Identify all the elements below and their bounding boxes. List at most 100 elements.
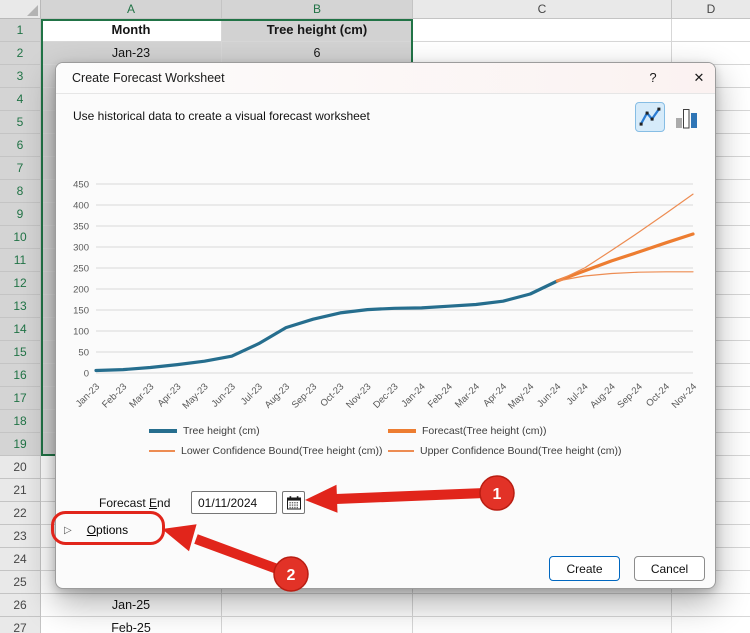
cell-B26[interactable] <box>222 594 413 617</box>
x-tick-label: Oct-23 <box>318 381 346 409</box>
row-header-25[interactable]: 25 <box>0 571 41 594</box>
legend-swatch <box>149 429 177 433</box>
row-header-13[interactable]: 13 <box>0 295 41 318</box>
close-icon[interactable]: ✕ <box>686 66 712 90</box>
options-label-rest: ptions <box>96 523 129 537</box>
column-header-a[interactable]: A <box>41 0 222 19</box>
cell-C26[interactable] <box>413 594 672 617</box>
series-history <box>94 279 559 373</box>
help-icon[interactable]: ? <box>640 66 666 90</box>
forecast-preview-chart: 050100150200250300350400450Jan-23Feb-23M… <box>73 180 699 412</box>
row-header-20[interactable]: 20 <box>0 456 41 479</box>
expander-chevron-icon: ▷ <box>64 524 72 536</box>
bar-chart-type-button[interactable] <box>671 102 701 132</box>
create-button[interactable]: Create <box>549 556 620 581</box>
column-header-b[interactable]: B <box>222 0 413 19</box>
row-header-12[interactable]: 12 <box>0 272 41 295</box>
x-tick-label: Jul-23 <box>239 381 265 407</box>
cell-A26[interactable]: Jan-25 <box>41 594 222 617</box>
x-tick-label: Dec-23 <box>371 381 400 410</box>
date-picker-button[interactable] <box>282 491 305 514</box>
x-tick-label: Apr-23 <box>156 381 184 409</box>
instruction-text: Use historical data to create a visual f… <box>73 109 370 123</box>
legend-item: Lower Confidence Bound(Tree height (cm)) <box>149 445 388 457</box>
cell-B1[interactable]: Tree height (cm) <box>222 19 413 42</box>
row-header-5[interactable]: 5 <box>0 111 41 134</box>
legend-swatch <box>149 450 175 452</box>
row-header-14[interactable]: 14 <box>0 318 41 341</box>
legend-label: Lower Confidence Bound(Tree height (cm)) <box>181 445 383 457</box>
options-label: Options <box>87 523 128 537</box>
forecast-end-label-rest: nd <box>157 496 171 510</box>
y-tick-label: 450 <box>73 180 89 191</box>
calendar-icon <box>286 495 301 509</box>
y-tick-label: 400 <box>73 201 89 212</box>
row-header-22[interactable]: 22 <box>0 502 41 525</box>
x-tick-label: Jan-23 <box>74 381 102 409</box>
line-chart-icon <box>639 107 661 126</box>
y-tick-label: 150 <box>73 306 89 317</box>
y-tick-label: 300 <box>73 243 89 254</box>
row-header-19[interactable]: 19 <box>0 433 41 456</box>
row-header-15[interactable]: 15 <box>0 341 41 364</box>
row-header-23[interactable]: 23 <box>0 525 41 548</box>
cell-B27[interactable] <box>222 617 413 633</box>
cell-D26[interactable] <box>672 594 750 617</box>
cell-C27[interactable] <box>413 617 672 633</box>
forecast-end-label: Forecast End <box>99 491 170 515</box>
row-header-27[interactable]: 27 <box>0 617 41 633</box>
column-header-c[interactable]: C <box>413 0 672 19</box>
dialog-titlebar: Create Forecast Worksheet ? ✕ <box>56 63 715 94</box>
y-tick-label: 350 <box>73 222 89 233</box>
row-header-3[interactable]: 3 <box>0 65 41 88</box>
line-chart-type-button[interactable] <box>635 102 665 132</box>
row-header-7[interactable]: 7 <box>0 157 41 180</box>
cancel-button[interactable]: Cancel <box>634 556 705 581</box>
select-all-triangle-icon <box>27 5 38 16</box>
row-header-2[interactable]: 2 <box>0 42 41 65</box>
x-tick-label: Jan-24 <box>399 381 427 409</box>
row-header-10[interactable]: 10 <box>0 226 41 249</box>
x-tick-label: Jun-23 <box>209 381 237 409</box>
x-tick-label: Aug-24 <box>588 381 617 410</box>
legend-item: Upper Confidence Bound(Tree height (cm)) <box>388 445 622 457</box>
forecast-end-input[interactable] <box>191 491 277 514</box>
x-tick-label: Feb-23 <box>100 381 129 410</box>
x-tick-label: Sep-24 <box>615 381 644 410</box>
row-header-16[interactable]: 16 <box>0 364 41 387</box>
y-tick-label: 50 <box>78 348 89 359</box>
row-header-6[interactable]: 6 <box>0 134 41 157</box>
legend-item: Forecast(Tree height (cm)) <box>388 425 622 437</box>
create-forecast-dialog: Create Forecast Worksheet ? ✕ Use histor… <box>55 62 716 589</box>
cell-C1[interactable] <box>413 19 672 42</box>
legend-swatch <box>388 450 414 452</box>
column-header-d[interactable]: D <box>672 0 750 19</box>
x-tick-label: Feb-24 <box>426 381 455 410</box>
row-header-18[interactable]: 18 <box>0 410 41 433</box>
cell-A27[interactable]: Feb-25 <box>41 617 222 633</box>
row-header-17[interactable]: 17 <box>0 387 41 410</box>
x-tick-label: Nov-24 <box>670 381 699 410</box>
legend-item: Tree height (cm) <box>149 425 388 437</box>
forecast-end-label-prefix: Forecast <box>99 496 150 510</box>
row-header-26[interactable]: 26 <box>0 594 41 617</box>
row-header-9[interactable]: 9 <box>0 203 41 226</box>
forecast-end-label-accel: E <box>149 496 158 510</box>
x-tick-label: Jul-24 <box>565 381 591 407</box>
y-tick-label: 0 <box>84 369 89 380</box>
row-header-11[interactable]: 11 <box>0 249 41 272</box>
options-expander[interactable]: ▷ Options <box>64 519 128 541</box>
dialog-title: Create Forecast Worksheet <box>72 71 225 85</box>
select-all-button[interactable] <box>0 0 41 19</box>
cell-D27[interactable] <box>672 617 750 633</box>
legend-label: Upper Confidence Bound(Tree height (cm)) <box>420 445 622 457</box>
row-header-1[interactable]: 1 <box>0 19 41 42</box>
x-tick-label: Oct-24 <box>644 381 672 409</box>
row-header-8[interactable]: 8 <box>0 180 41 203</box>
row-header-4[interactable]: 4 <box>0 88 41 111</box>
cell-D1[interactable] <box>672 19 750 42</box>
cell-A1[interactable]: Month <box>41 19 222 42</box>
row-header-21[interactable]: 21 <box>0 479 41 502</box>
chart-legend: Tree height (cm) Forecast(Tree height (cm… <box>149 425 622 457</box>
row-header-24[interactable]: 24 <box>0 548 41 571</box>
